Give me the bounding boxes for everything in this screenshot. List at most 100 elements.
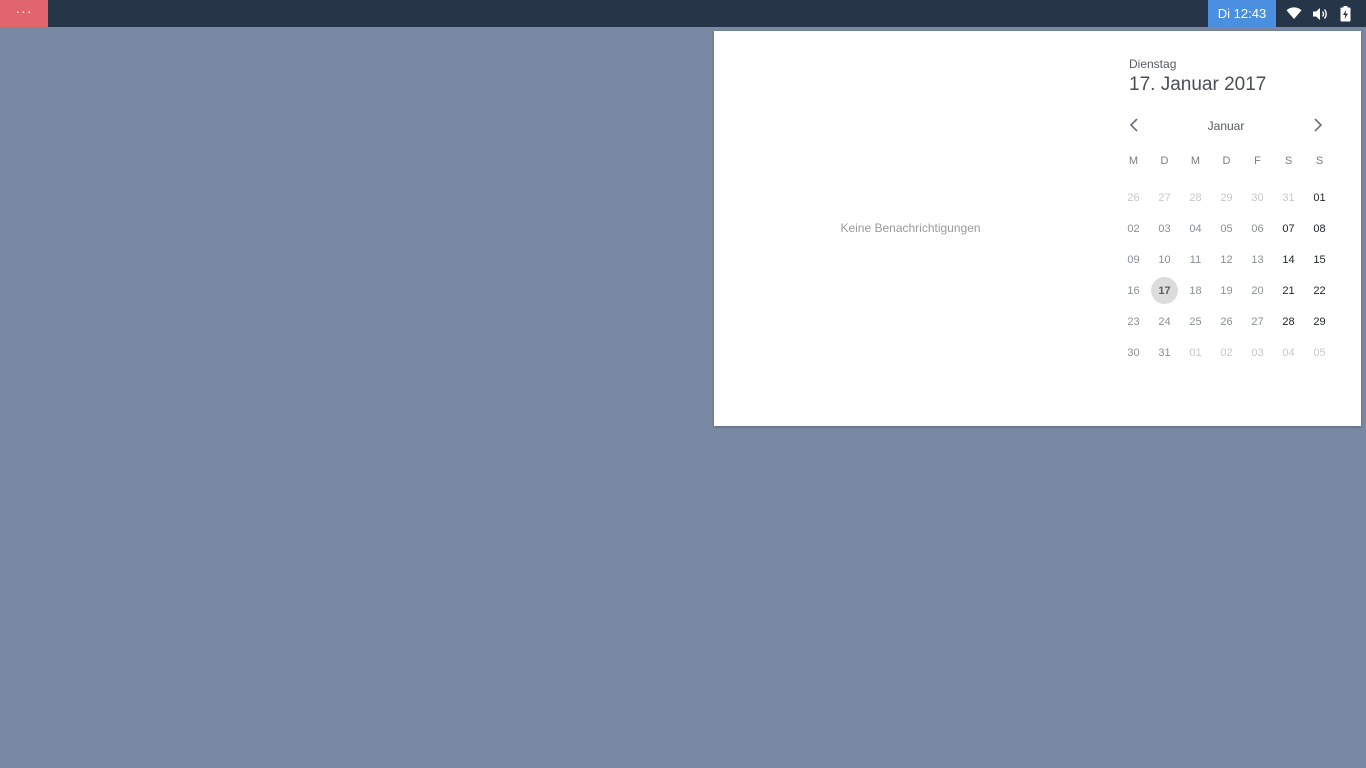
- calendar-day-label: 26: [1220, 315, 1233, 328]
- date-title: 17. Januar 2017: [1129, 74, 1267, 95]
- calendar-day[interactable]: 09: [1118, 244, 1149, 275]
- day-header: M: [1190, 155, 1201, 167]
- menu-button-label: ···: [15, 2, 33, 19]
- calendar-day-label: 28: [1189, 191, 1202, 204]
- calendar-day-label: 27: [1251, 315, 1264, 328]
- calendar-day[interactable]: 05: [1211, 213, 1242, 244]
- day-header: S: [1315, 155, 1324, 167]
- calendar-day[interactable]: 02: [1118, 213, 1149, 244]
- calendar-day[interactable]: 31: [1149, 337, 1180, 368]
- day-header: S: [1284, 155, 1293, 167]
- calendar-day-label: 20: [1251, 284, 1264, 297]
- calendar-day[interactable]: 22: [1304, 275, 1335, 306]
- previous-month-button[interactable]: [1126, 117, 1142, 133]
- calendar-day[interactable]: 27: [1149, 182, 1180, 213]
- calendar-day[interactable]: 24: [1149, 306, 1180, 337]
- chevron-right-icon: [1314, 118, 1323, 132]
- top-panel: ··· Di 12:43: [0, 0, 1366, 27]
- calendar-day[interactable]: 20: [1242, 275, 1273, 306]
- battery-icon[interactable]: [1338, 5, 1352, 22]
- calendar-day[interactable]: 01: [1180, 337, 1211, 368]
- calendar-day-label: 27: [1158, 191, 1171, 204]
- calendar-day-label: 14: [1282, 253, 1295, 266]
- month-label: Januar: [1207, 119, 1245, 133]
- calendar-day-label: 12: [1220, 253, 1233, 266]
- wifi-icon[interactable]: [1285, 5, 1303, 22]
- calendar-day[interactable]: 21: [1273, 275, 1304, 306]
- calendar-day[interactable]: 04: [1273, 337, 1304, 368]
- calendar-day[interactable]: 11: [1180, 244, 1211, 275]
- calendar-day-label: 09: [1127, 253, 1140, 266]
- calendar-day[interactable]: 12: [1211, 244, 1242, 275]
- calendar-day[interactable]: 02: [1211, 337, 1242, 368]
- calendar-day[interactable]: 26: [1118, 182, 1149, 213]
- calendar-day[interactable]: 19: [1211, 275, 1242, 306]
- calendar-day-label: 01: [1313, 191, 1326, 204]
- calendar-day-label: 05: [1220, 222, 1233, 235]
- calendar-day-label: 31: [1158, 346, 1171, 359]
- day-header: M: [1128, 155, 1139, 167]
- calendar-day[interactable]: 29: [1304, 306, 1335, 337]
- calendar-day[interactable]: 30: [1242, 182, 1273, 213]
- calendar-day-label: 04: [1282, 346, 1295, 359]
- calendar-day[interactable]: 07: [1273, 213, 1304, 244]
- calendar-day[interactable]: 16: [1118, 275, 1149, 306]
- calendar-day[interactable]: 28: [1180, 182, 1211, 213]
- weekday-title: Dienstag: [1129, 57, 1177, 71]
- calendar-day-label: 31: [1282, 191, 1295, 204]
- calendar-day[interactable]: 04: [1180, 213, 1211, 244]
- calendar-day[interactable]: 18: [1180, 275, 1211, 306]
- next-month-button[interactable]: [1310, 117, 1326, 133]
- calendar-day[interactable]: 30: [1118, 337, 1149, 368]
- calendar-day-label: 08: [1313, 222, 1326, 235]
- calendar-day[interactable]: 26: [1211, 306, 1242, 337]
- calendar-day[interactable]: 23: [1118, 306, 1149, 337]
- calendar-grid: 26 27 28 29 30 31 01 02 03 04 05 06 07 08 09 10 11 12 13 14…: [1118, 182, 1335, 368]
- calendar-day[interactable]: 03: [1242, 337, 1273, 368]
- calendar-day-label: 03: [1158, 222, 1171, 235]
- calendar-day[interactable]: 01: [1304, 182, 1335, 213]
- day-header: F: [1254, 155, 1261, 167]
- calendar-day[interactable]: 03: [1149, 213, 1180, 244]
- calendar-day-label: 02: [1220, 346, 1233, 359]
- calendar-day-today[interactable]: 17: [1149, 275, 1180, 306]
- calendar-day-label: 03: [1251, 346, 1264, 359]
- calendar-day[interactable]: 06: [1242, 213, 1273, 244]
- calendar-day-label: 25: [1189, 315, 1202, 328]
- calendar-day[interactable]: 28: [1273, 306, 1304, 337]
- calendar-day-label: 23: [1127, 315, 1140, 328]
- calendar-day[interactable]: 29: [1211, 182, 1242, 213]
- calendar-day[interactable]: 05: [1304, 337, 1335, 368]
- calendar-day[interactable]: 27: [1242, 306, 1273, 337]
- calendar-day-label: 13: [1251, 253, 1264, 266]
- calendar-day-label: 19: [1220, 284, 1233, 297]
- calendar-day[interactable]: 31: [1273, 182, 1304, 213]
- volume-icon[interactable]: [1311, 5, 1329, 22]
- calendar-day[interactable]: 10: [1149, 244, 1180, 275]
- clock-label: Di 12:43: [1217, 6, 1267, 21]
- app-menu-button[interactable]: ···: [0, 0, 48, 27]
- clock-button[interactable]: Di 12:43: [1208, 0, 1276, 27]
- calendar-day[interactable]: 15: [1304, 244, 1335, 275]
- calendar-day-label: 30: [1251, 191, 1264, 204]
- calendar-day-label: 22: [1313, 284, 1326, 297]
- calendar-day-label: 11: [1189, 253, 1202, 266]
- calendar-day-label: 30: [1127, 346, 1140, 359]
- day-header: D: [1222, 155, 1231, 167]
- calendar-notification-popup: Keine Benachrichtigungen Dienstag 17. Ja…: [714, 31, 1361, 426]
- calendar-day-label: 24: [1158, 315, 1171, 328]
- calendar-day-label: 21: [1282, 284, 1295, 297]
- calendar-day[interactable]: 13: [1242, 244, 1273, 275]
- calendar-day-label: 17: [1158, 284, 1171, 297]
- calendar-day-label: 10: [1158, 253, 1171, 266]
- calendar-day-label: 07: [1282, 222, 1295, 235]
- calendar-day-label: 04: [1189, 222, 1202, 235]
- no-notifications-text: Keine Benachrichtigungen: [840, 221, 981, 235]
- calendar-day-label: 28: [1282, 315, 1295, 328]
- calendar-day[interactable]: 08: [1304, 213, 1335, 244]
- calendar-day[interactable]: 25: [1180, 306, 1211, 337]
- calendar-day[interactable]: 14: [1273, 244, 1304, 275]
- calendar-day-label: 06: [1251, 222, 1264, 235]
- calendar-day-label: 29: [1313, 315, 1326, 328]
- calendar-day-label: 01: [1189, 346, 1202, 359]
